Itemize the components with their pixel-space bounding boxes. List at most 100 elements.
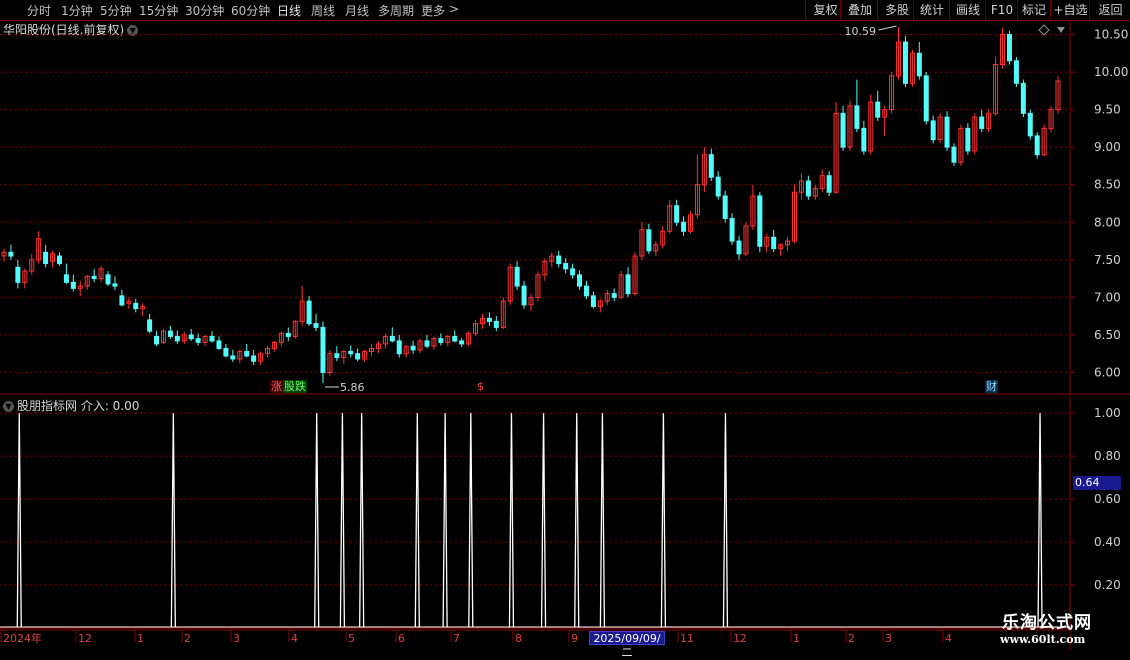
date-label: 8 bbox=[515, 632, 522, 645]
candle-body bbox=[389, 335, 395, 342]
toolbar-button-4[interactable]: 画线 bbox=[949, 0, 986, 20]
candle-body bbox=[577, 274, 583, 287]
toolbar-button-0[interactable]: 复权 bbox=[805, 0, 845, 20]
indicator-spike bbox=[574, 413, 580, 628]
indicator-spike bbox=[599, 413, 606, 628]
chevron-right-icon[interactable]: > bbox=[449, 2, 459, 16]
high-arrow bbox=[878, 25, 897, 31]
candle-body bbox=[1027, 112, 1033, 137]
toolbar-button-1[interactable]: 叠加 bbox=[840, 0, 879, 20]
date-label: 3 bbox=[885, 632, 892, 645]
toolbar-button-5[interactable]: F10 bbox=[985, 0, 1018, 20]
candle-body bbox=[91, 275, 97, 280]
price-tick-label: 8.00 bbox=[1094, 215, 1121, 229]
cursor-date-label: 2025/09/09/二 bbox=[589, 631, 665, 659]
candle-body bbox=[521, 285, 527, 306]
toolbar-button-2[interactable]: 多股 bbox=[877, 0, 916, 20]
timeframe-3[interactable]: 15分钟 bbox=[139, 2, 178, 19]
candle-body bbox=[1034, 135, 1040, 156]
candle-body bbox=[757, 195, 763, 247]
timeframe-9[interactable]: 多周期 bbox=[378, 2, 414, 19]
watermark-name: 乐淘公式网 bbox=[1002, 613, 1092, 633]
candle-body bbox=[313, 323, 319, 328]
candle-body bbox=[63, 274, 69, 283]
date-label: 2 bbox=[848, 632, 855, 645]
triangle-icon bbox=[1057, 27, 1065, 33]
candle-body bbox=[646, 229, 652, 252]
timeframe-5[interactable]: 60分钟 bbox=[231, 2, 270, 19]
timeframe-4[interactable]: 30分钟 bbox=[185, 2, 224, 19]
candle-body bbox=[230, 355, 236, 360]
event-marker-3[interactable]: $ bbox=[476, 380, 485, 393]
indicator-spike bbox=[414, 413, 420, 628]
candle-body bbox=[209, 335, 215, 342]
date-label: 2024年 bbox=[3, 631, 42, 645]
price-tick-label: 6.50 bbox=[1094, 328, 1121, 342]
toolbar-button-6[interactable]: 标记 bbox=[1017, 0, 1050, 20]
candle-body bbox=[459, 340, 465, 345]
toolbar-button-8[interactable]: 返回 bbox=[1089, 0, 1130, 20]
candle-body bbox=[916, 52, 922, 77]
date-label: 4 bbox=[945, 632, 952, 645]
candle-body bbox=[56, 255, 62, 265]
event-marker-4[interactable]: 财 bbox=[985, 380, 998, 393]
candle-body bbox=[493, 320, 499, 328]
timeframe-8[interactable]: 月线 bbox=[345, 2, 369, 19]
candle-body bbox=[805, 180, 811, 197]
candle-body bbox=[133, 302, 139, 310]
toolbar-button-7[interactable]: +自选 bbox=[1050, 0, 1090, 20]
candle-body bbox=[438, 338, 444, 343]
timeframe-7[interactable]: 周线 bbox=[311, 2, 335, 19]
diamond-icon bbox=[1038, 24, 1050, 36]
timeframe-2[interactable]: 5分钟 bbox=[100, 2, 132, 19]
timeframe-10[interactable]: 更多 bbox=[421, 2, 445, 19]
indicator-tick-label: 0.60 bbox=[1094, 492, 1121, 506]
indicator-spike bbox=[359, 413, 365, 628]
price-tick-label: 8.50 bbox=[1094, 178, 1121, 192]
candle-body bbox=[424, 340, 430, 347]
candle-body bbox=[285, 332, 291, 337]
candle-body bbox=[556, 255, 562, 265]
event-marker-2[interactable]: 跌 bbox=[294, 380, 307, 393]
candle-body bbox=[951, 146, 957, 163]
indicator-spike bbox=[508, 413, 515, 628]
price-tick-label: 7.50 bbox=[1094, 253, 1121, 267]
date-label: 12 bbox=[78, 632, 92, 645]
date-label: 1 bbox=[793, 632, 800, 645]
price-tick-label: 10.50 bbox=[1094, 28, 1128, 42]
candle-body bbox=[195, 338, 201, 343]
candle-body bbox=[840, 112, 846, 148]
candle-body bbox=[583, 285, 589, 297]
timeframe-1[interactable]: 1分钟 bbox=[61, 2, 93, 19]
candle-body bbox=[736, 240, 742, 255]
candle-body bbox=[452, 335, 458, 342]
candle-body bbox=[334, 353, 340, 358]
candle-body bbox=[105, 274, 111, 285]
candle-body bbox=[923, 75, 929, 122]
high-price-label: 10.59 bbox=[845, 25, 877, 38]
toolbar-button-3[interactable]: 统计 bbox=[913, 0, 950, 20]
candle-body bbox=[965, 127, 971, 152]
price-tick-label: 9.00 bbox=[1094, 140, 1121, 154]
candle-body bbox=[681, 221, 687, 232]
indicator-spike bbox=[660, 413, 667, 628]
price-chart[interactable]: 10.50 10.00 9.50 9.00 8.50 8.00 7.50 7.00 6.50 6.… bbox=[0, 21, 1130, 395]
candle-body bbox=[944, 116, 950, 148]
indicator-spike bbox=[170, 413, 176, 628]
candle-body bbox=[861, 127, 867, 152]
indicator-tick-label: 0.40 bbox=[1094, 535, 1121, 549]
indicator-chart[interactable]: 1.000.800.600.400.202024年 12 1 2 3 4 5 6 7 8 9 11 12… bbox=[0, 396, 1130, 650]
candle-body bbox=[722, 195, 728, 220]
watermark-url: www.60lt.com bbox=[1000, 633, 1086, 646]
candle-body bbox=[119, 295, 125, 306]
event-marker-0[interactable]: 涨 bbox=[270, 380, 283, 393]
candle-body bbox=[979, 116, 985, 129]
candle-body bbox=[70, 281, 76, 289]
price-tick-label: 7.00 bbox=[1094, 290, 1121, 304]
candle-body bbox=[15, 266, 21, 283]
timeframe-0[interactable]: 分时 bbox=[27, 2, 51, 19]
candle-body bbox=[320, 326, 326, 373]
candle-body bbox=[1013, 60, 1019, 84]
indicator-tick-label: 0.20 bbox=[1094, 578, 1121, 592]
timeframe-6[interactable]: 日线 bbox=[277, 2, 301, 19]
